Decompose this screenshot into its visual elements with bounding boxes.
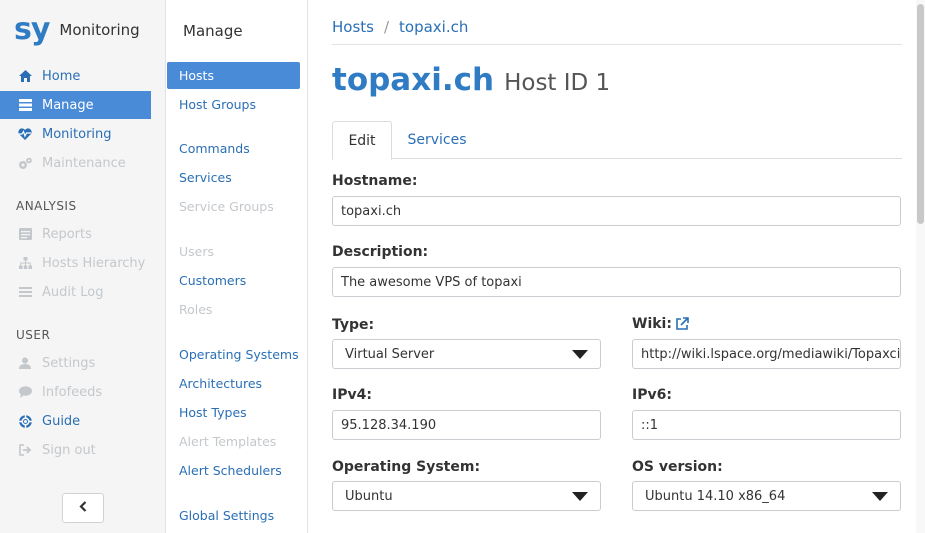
collapse-sidebar-button[interactable] [62, 493, 104, 523]
brand[interactable]: sy Monitoring [14, 10, 140, 50]
lifebuoy-icon [18, 414, 32, 428]
sidebar-item-label: Home [42, 68, 81, 84]
manage-item-roles[interactable]: Roles [167, 296, 300, 323]
type-select[interactable]: Virtual Server [332, 339, 601, 369]
breadcrumb-separator: / [383, 18, 390, 36]
page-title: topaxi.ch Host ID 1 [332, 62, 610, 98]
breadcrumb: Hosts / topaxi.ch [332, 18, 468, 36]
sidebar-item-guide[interactable]: Guide [0, 407, 151, 435]
manage-menu: Manage Hosts Host Groups Commands Servic… [167, 0, 308, 533]
os-version-select[interactable]: Ubuntu 14.10 x86_64 [632, 481, 901, 511]
sidebar-item-label: Guide [42, 413, 81, 429]
main-content: Hosts / topaxi.ch topaxi.ch Host ID 1 Ed… [332, 0, 902, 533]
os-label: Operating System: [332, 459, 481, 475]
caret-down-icon [572, 350, 588, 359]
sidebar-item-settings[interactable]: Settings [0, 349, 151, 377]
manage-item-host-types[interactable]: Host Types [167, 399, 300, 426]
scrollbar-thumb[interactable] [917, 4, 924, 224]
caret-down-icon [872, 492, 888, 501]
manage-item-operating-systems[interactable]: Operating Systems [167, 341, 300, 368]
hostname-label: Hostname: [332, 173, 418, 189]
sidebar-item-label: Reports [42, 226, 92, 242]
caret-down-icon [572, 492, 588, 501]
description-field[interactable]: The awesome VPS of topaxi [332, 267, 901, 297]
page-scrollbar[interactable] [916, 0, 925, 533]
tab-bar: Edit Services [332, 121, 902, 160]
section-header-user: USER [16, 328, 51, 342]
manage-item-architectures[interactable]: Architectures [167, 370, 300, 397]
sidebar-item-label: Settings [42, 355, 96, 371]
manage-item-host-groups[interactable]: Host Groups [167, 91, 300, 118]
ipv4-field[interactable]: 95.128.34.190 [332, 410, 601, 440]
home-icon [18, 69, 32, 83]
sidebar-item-label: Hosts Hierarchy [42, 255, 146, 271]
heartbeat-icon [18, 127, 32, 141]
manage-item-hosts[interactable]: Hosts [167, 62, 300, 89]
manage-item-users[interactable]: Users [167, 238, 300, 265]
os-version-select-value: Ubuntu 14.10 x86_64 [645, 488, 786, 504]
tab-edit[interactable]: Edit [332, 121, 392, 160]
app-name: Monitoring [59, 21, 140, 39]
breadcrumb-current[interactable]: topaxi.ch [399, 18, 468, 36]
host-name-title: topaxi.ch [332, 62, 495, 98]
sidebar-item-hosts-hierarchy[interactable]: Hosts Hierarchy [0, 249, 151, 277]
sidebar-item-monitoring[interactable]: Monitoring [0, 120, 151, 148]
manage-item-service-groups[interactable]: Service Groups [167, 193, 300, 220]
os-version-label: OS version: [632, 459, 723, 475]
sidebar-item-label: Infofeeds [42, 384, 103, 400]
report-icon [18, 227, 32, 241]
sidebar-item-home[interactable]: Home [0, 62, 151, 90]
external-link-icon[interactable] [675, 317, 689, 331]
wiki-field[interactable]: http://wiki.lspace.org/mediawiki/Topaxci [632, 339, 901, 369]
wiki-label: Wiki: [632, 316, 672, 332]
server-icon [18, 98, 32, 112]
user-icon [18, 356, 32, 370]
breadcrumb-hosts-link[interactable]: Hosts [332, 18, 374, 36]
host-id-subtitle: Host ID 1 [504, 70, 611, 96]
sidebar-item-label: Sign out [42, 442, 96, 458]
sidebar-item-maintenance[interactable]: Maintenance [0, 149, 151, 177]
ipv6-label: IPv6: [632, 387, 672, 403]
chevron-left-icon [79, 500, 87, 516]
section-header-analysis: ANALYSIS [16, 199, 77, 213]
comment-icon [18, 385, 32, 399]
hostname-field[interactable]: topaxi.ch [332, 196, 901, 226]
sitemap-icon [18, 256, 32, 270]
sidebar-item-label: Audit Log [42, 284, 104, 300]
manage-item-alert-templates[interactable]: Alert Templates [167, 428, 300, 455]
manage-item-commands[interactable]: Commands [167, 135, 300, 162]
os-select-value: Ubuntu [345, 488, 393, 504]
manage-item-alert-schedulers[interactable]: Alert Schedulers [167, 457, 300, 484]
sidebar-item-reports[interactable]: Reports [0, 220, 151, 248]
description-label: Description: [332, 244, 429, 260]
sign-out-icon [18, 443, 32, 457]
manage-item-services[interactable]: Services [167, 164, 300, 191]
sidebar-item-infofeeds[interactable]: Infofeeds [0, 378, 151, 406]
type-label: Type: [332, 317, 375, 333]
sidebar-item-label: Maintenance [42, 155, 126, 171]
list-icon [18, 285, 32, 299]
manage-title: Manage [183, 22, 243, 40]
cogs-icon [18, 156, 32, 170]
type-select-value: Virtual Server [345, 346, 435, 362]
sidebar-item-sign-out[interactable]: Sign out [0, 436, 151, 464]
manage-item-global-settings[interactable]: Global Settings [167, 502, 300, 529]
breadcrumb-divider [332, 44, 902, 45]
wiki-label-group: Wiki: [632, 316, 689, 332]
main-sidebar: sy Monitoring Home Manage Monitoring Mai… [0, 0, 166, 533]
os-select[interactable]: Ubuntu [332, 481, 601, 511]
manage-item-customers[interactable]: Customers [167, 267, 300, 294]
sidebar-item-label: Monitoring [42, 126, 112, 142]
ipv4-label: IPv4: [332, 387, 372, 403]
ipv6-field[interactable]: ::1 [632, 410, 901, 440]
tab-services[interactable]: Services [396, 121, 478, 159]
sidebar-item-manage[interactable]: Manage [0, 91, 151, 119]
sidebar-item-label: Manage [42, 97, 94, 113]
logo: sy [14, 12, 50, 47]
sidebar-item-audit-log[interactable]: Audit Log [0, 278, 151, 306]
